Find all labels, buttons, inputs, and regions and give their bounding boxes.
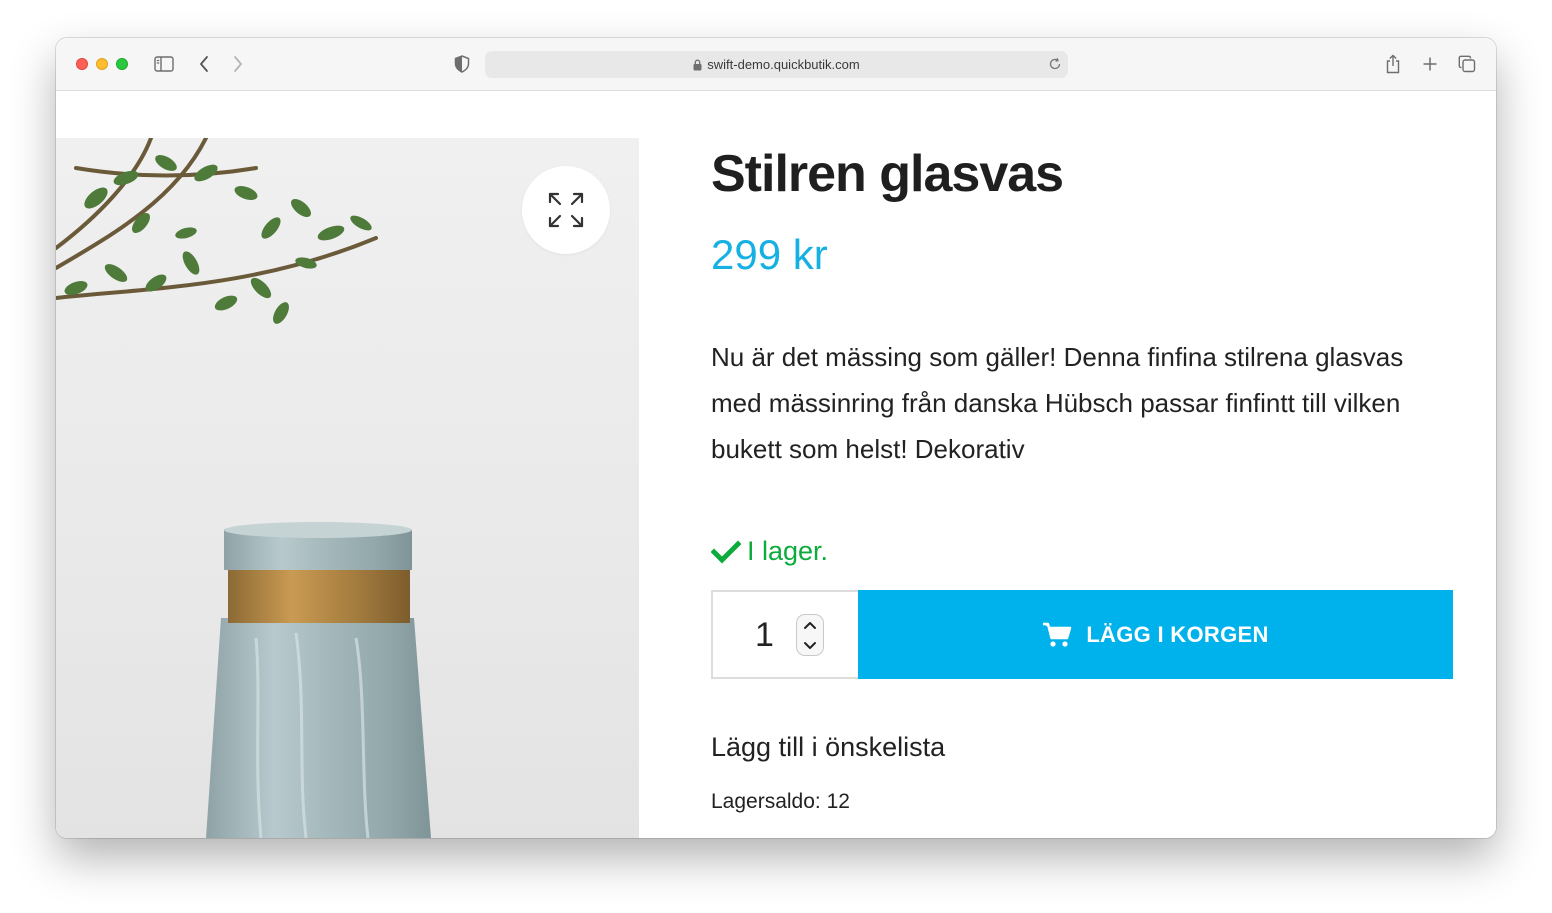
add-to-cart-row: 1 LÄGG I KORGEN bbox=[711, 590, 1453, 679]
tab-overview-icon[interactable] bbox=[1456, 53, 1478, 75]
forward-icon[interactable] bbox=[227, 53, 249, 75]
product-price: 299 kr bbox=[711, 231, 828, 278]
reload-icon[interactable] bbox=[1048, 57, 1062, 74]
quantity-spinner[interactable] bbox=[796, 614, 824, 656]
quantity-value[interactable]: 1 bbox=[755, 616, 774, 655]
new-tab-icon[interactable] bbox=[1419, 53, 1441, 75]
back-icon[interactable] bbox=[193, 53, 215, 75]
stock-count: Lagersaldo: 12 bbox=[711, 790, 850, 813]
product-image[interactable] bbox=[56, 138, 639, 838]
add-to-wishlist-link[interactable]: Lägg till i önskelista bbox=[711, 732, 945, 763]
stock-status: I lager. bbox=[711, 536, 828, 567]
address-bar[interactable]: swift-demo.quickbutik.com bbox=[485, 51, 1068, 78]
sidebar-icon[interactable] bbox=[153, 53, 175, 75]
url-text: swift-demo.quickbutik.com bbox=[707, 57, 860, 72]
checkmark-icon bbox=[711, 539, 741, 564]
share-icon[interactable] bbox=[1382, 53, 1404, 75]
quantity-stepper[interactable]: 1 bbox=[711, 590, 858, 679]
page-content: Stilren glasvas 299 kr Nu är det mässing… bbox=[56, 92, 1496, 838]
minimize-window-button[interactable] bbox=[96, 58, 108, 70]
expand-icon bbox=[547, 191, 585, 229]
add-to-cart-label: LÄGG I KORGEN bbox=[1086, 621, 1269, 647]
close-window-button[interactable] bbox=[76, 58, 88, 70]
add-to-cart-button[interactable]: LÄGG I KORGEN bbox=[858, 590, 1453, 679]
product-description: Nu är det mässing som gäller! Denna finf… bbox=[711, 342, 1404, 464]
browser-toolbar: swift-demo.quickbutik.com bbox=[56, 38, 1496, 91]
increment-icon[interactable] bbox=[803, 621, 817, 630]
decrement-icon[interactable] bbox=[803, 641, 817, 650]
zoom-button[interactable] bbox=[522, 166, 610, 254]
browser-window: swift-demo.quickbutik.com Stilren glasva… bbox=[56, 38, 1496, 838]
lock-icon bbox=[693, 59, 702, 71]
shopping-cart-icon bbox=[1042, 622, 1072, 648]
zoom-window-button[interactable] bbox=[116, 58, 128, 70]
stock-status-label: I lager. bbox=[747, 536, 829, 566]
product-title: Stilren glasvas bbox=[711, 145, 1064, 203]
privacy-shield-icon[interactable] bbox=[451, 53, 473, 75]
